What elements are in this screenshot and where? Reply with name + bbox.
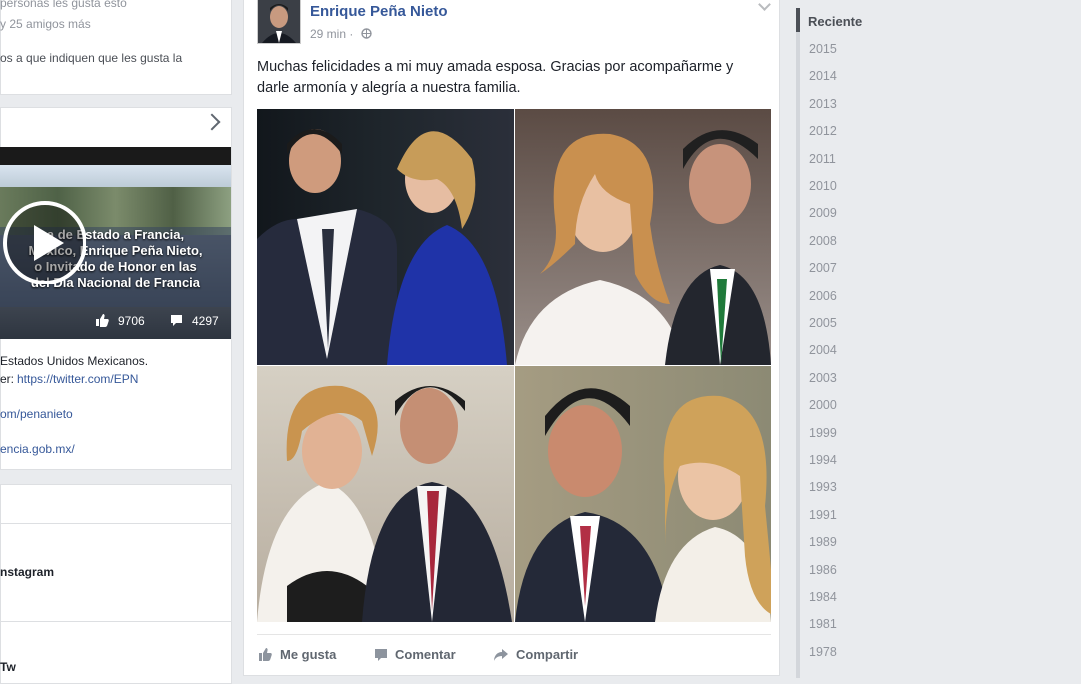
friends-like-text[interactable]: y 25 amigos más xyxy=(0,17,91,31)
timeline-year-2000[interactable]: 2000 xyxy=(809,398,837,412)
timeline-year-1991[interactable]: 1991 xyxy=(809,508,837,522)
timeline-year-2013[interactable]: 2013 xyxy=(809,97,837,111)
timeline-year-2012[interactable]: 2012 xyxy=(809,124,837,138)
comment-bubble-icon xyxy=(375,649,387,661)
timeline-year-2014[interactable]: 2014 xyxy=(809,69,837,83)
timeline-year-2006[interactable]: 2006 xyxy=(809,289,837,303)
timeline-scrubber[interactable] xyxy=(796,8,800,678)
post-author-name[interactable]: Enrique Peña Nieto xyxy=(310,3,448,20)
invite-friends-text[interactable]: os a que indiquen que les gusta la xyxy=(0,51,182,65)
play-icon[interactable] xyxy=(0,198,86,284)
timeline-year-1989[interactable]: 1989 xyxy=(809,535,837,549)
twitter-app-link[interactable]: Tw xyxy=(0,660,16,674)
photo-collage-3[interactable] xyxy=(257,366,514,622)
facebook-link[interactable]: om/penanieto xyxy=(0,407,73,421)
video-like-count: 9706 xyxy=(118,314,145,328)
timeline-year-2004[interactable]: 2004 xyxy=(809,343,837,357)
timeline-year-1994[interactable]: 1994 xyxy=(809,453,837,467)
share-arrow-icon xyxy=(494,649,508,661)
photo-collage-2[interactable] xyxy=(515,109,771,365)
post-actions-divider xyxy=(257,634,771,635)
couple-smiling-photo xyxy=(515,130,771,365)
photo-collage-1[interactable] xyxy=(257,109,514,365)
twitter-prefix: er: xyxy=(0,372,15,386)
couple-photo-dark-background xyxy=(257,129,507,365)
timeline-year-2011[interactable]: 2011 xyxy=(809,152,836,166)
share-button[interactable]: Compartir xyxy=(516,647,578,662)
timeline-active-marker xyxy=(796,8,800,32)
comment-button[interactable]: Comentar xyxy=(395,647,456,662)
page-likes-card xyxy=(0,0,232,95)
twitter-link[interactable]: https://twitter.com/EPN xyxy=(17,372,138,386)
video-comment-count: 4297 xyxy=(192,314,219,328)
timeline-year-1978[interactable]: 1978 xyxy=(809,645,837,659)
timeline-year-1984[interactable]: 1984 xyxy=(809,590,837,604)
couple-portrait-photo xyxy=(515,388,771,622)
couple-indoor-photo xyxy=(257,385,512,622)
timeline-year-2010[interactable]: 2010 xyxy=(809,179,837,193)
divider xyxy=(0,523,232,524)
timeline-year-2015[interactable]: 2015 xyxy=(809,42,837,56)
timeline-year-2007[interactable]: 2007 xyxy=(809,261,837,275)
website-link[interactable]: encia.gob.mx/ xyxy=(0,442,75,456)
author-avatar[interactable] xyxy=(257,0,301,44)
timeline-year-2005[interactable]: 2005 xyxy=(809,316,837,330)
apps-card xyxy=(0,484,232,684)
timeline-year-2008[interactable]: 2008 xyxy=(809,234,837,248)
globe-icon xyxy=(361,28,372,39)
like-button[interactable]: Me gusta xyxy=(280,647,336,662)
timeline-year-2009[interactable]: 2009 xyxy=(809,206,837,220)
instagram-app-link[interactable]: nstagram xyxy=(0,565,54,579)
timeline-year-1999[interactable]: 1999 xyxy=(809,426,837,440)
timeline-year-1981[interactable]: 1981 xyxy=(809,617,837,631)
timeline-year-1986[interactable]: 1986 xyxy=(809,563,837,577)
profile-photo xyxy=(258,0,300,43)
thumbs-up-icon xyxy=(96,314,109,327)
timeline-year-1993[interactable]: 1993 xyxy=(809,480,837,494)
divider xyxy=(0,621,232,622)
comment-icon xyxy=(171,315,182,326)
likes-count-text: personas les gusta esto xyxy=(0,0,127,10)
timeline-recent[interactable]: Reciente xyxy=(808,14,862,29)
post-timestamp[interactable]: 29 min · xyxy=(310,27,353,41)
post-text: Muchas felicidades a mi muy amada esposa… xyxy=(257,59,734,96)
like-thumb-icon xyxy=(259,648,272,661)
about-description: Estados Unidos Mexicanos. xyxy=(0,354,149,368)
timeline-year-2003[interactable]: 2003 xyxy=(809,371,837,385)
photo-collage-4[interactable] xyxy=(515,366,771,622)
